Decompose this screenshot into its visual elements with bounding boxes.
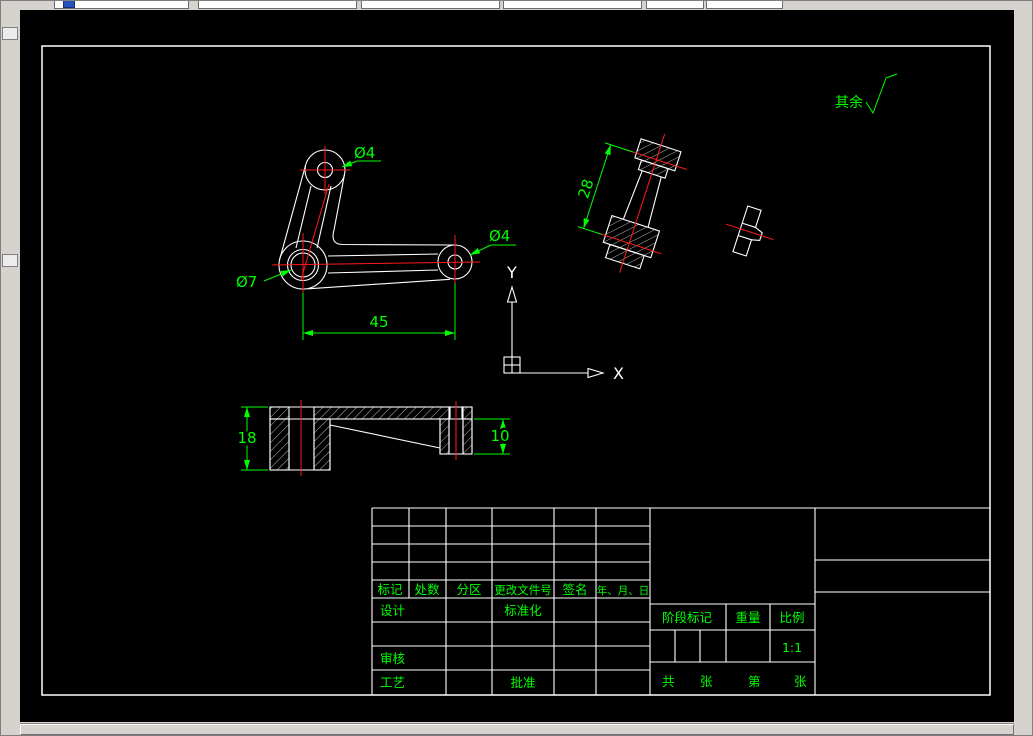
small-part-view[interactable] — [719, 201, 781, 262]
dim-arm-length: 45 — [369, 313, 388, 331]
dim-top-hole: Ø4 — [354, 144, 375, 162]
tb-label-total: 共 — [662, 674, 675, 689]
toolbar-fragment-3[interactable] — [361, 0, 500, 9]
dim-big-hole: Ø7 — [236, 273, 257, 291]
tb-header-zone: 分区 — [456, 582, 481, 597]
tb-label-sheet: 张 — [794, 674, 807, 689]
tb-scale-value: 1:1 — [782, 640, 802, 655]
horizontal-scrollbar[interactable] — [20, 723, 1014, 735]
axis-label-x: X — [613, 364, 624, 383]
tb-label-stage-mark: 阶段标记 — [662, 610, 713, 625]
title-block: 标记 处数 分区 更改文件号 签名 年、月、日 设计 标准化 审核 工艺 批准 … — [371, 507, 990, 695]
tb-header-mark: 标记 — [377, 582, 403, 597]
toolbar-fragment-4[interactable] — [503, 0, 642, 9]
tb-label-process: 工艺 — [380, 675, 405, 690]
drawing-canvas[interactable]: 45 Ø4 Ø4 Ø7 Y X 28 18 10 其余 标记 处数 分区 更改文… — [20, 10, 1014, 722]
toolbar-fragment-5[interactable] — [646, 0, 704, 9]
tb-label-approve: 批准 — [510, 675, 535, 690]
dock-button-top[interactable] — [2, 27, 18, 40]
tb-header-date: 年、月、日 — [597, 584, 650, 597]
tb-label-total-sheets: 张 — [700, 674, 713, 689]
front-view-dimensions: 45 Ø4 Ø4 Ø7 — [236, 144, 516, 340]
axis-label-y: Y — [506, 263, 517, 282]
ucs-axis-icon: Y X — [503, 263, 624, 383]
surface-finish-note: 其余 — [835, 73, 898, 115]
dim-left-height: 18 — [237, 429, 256, 447]
dock-button-left[interactable] — [2, 254, 18, 267]
tb-header-count: 处数 — [414, 582, 440, 597]
tb-label-scale: 比例 — [779, 610, 804, 625]
tb-label-design: 设计 — [380, 603, 405, 618]
side-section-view[interactable]: 18 10 — [235, 400, 512, 476]
lever-front-view[interactable] — [271, 146, 481, 297]
toolbar-fragment-6[interactable] — [706, 0, 783, 9]
tb-label-standardization: 标准化 — [504, 603, 542, 618]
tb-label-check: 审核 — [380, 651, 406, 666]
tb-label-sheet-no: 第 — [748, 674, 761, 689]
dim-right-height: 10 — [490, 427, 509, 445]
surface-finish-icon — [865, 77, 887, 115]
toolbar-app-icon[interactable] — [63, 0, 75, 8]
surface-note-text: 其余 — [835, 94, 863, 111]
tb-header-signature: 签名 — [562, 582, 587, 597]
tb-header-change-file: 更改文件号 — [494, 583, 552, 597]
toolbar-fragment-2[interactable] — [198, 0, 357, 9]
horizontal-scrollbar-thumb[interactable] — [20, 724, 1014, 735]
section-view-angled[interactable]: 28 — [556, 113, 697, 283]
dim-right-hole: Ø4 — [489, 227, 510, 245]
tb-label-weight: 重量 — [735, 610, 760, 625]
